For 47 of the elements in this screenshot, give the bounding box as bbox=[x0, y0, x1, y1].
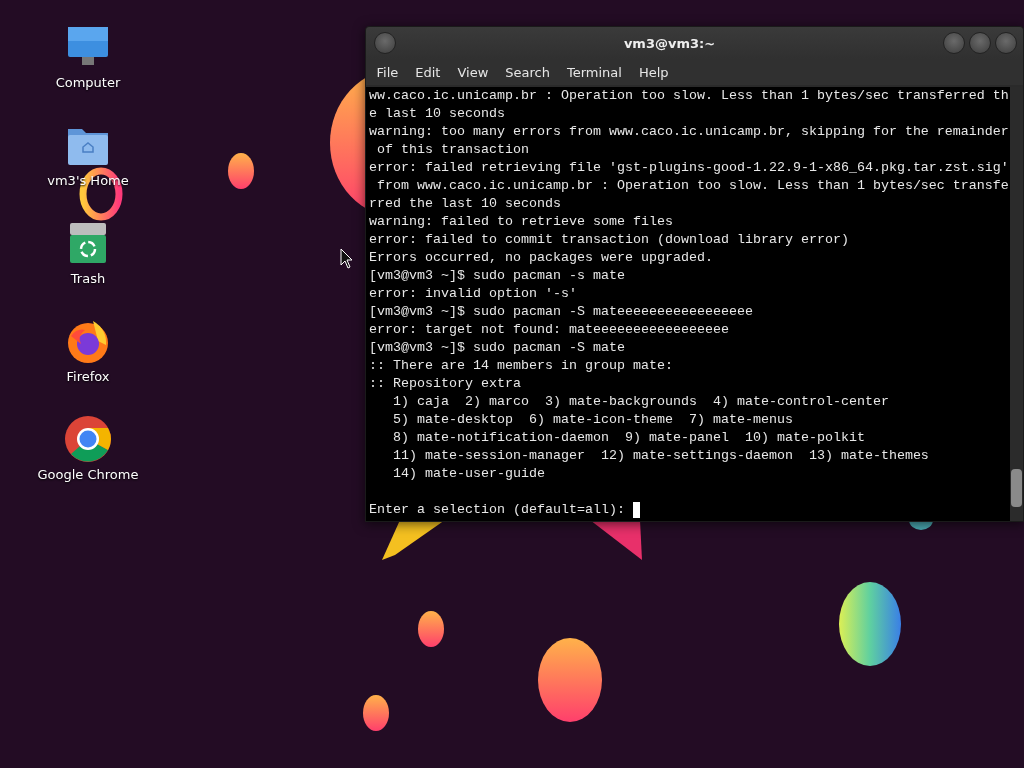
menu-item[interactable]: Terminal bbox=[558, 64, 631, 80]
window-control-button[interactable] bbox=[943, 32, 965, 54]
window-control-button[interactable] bbox=[374, 32, 396, 54]
terminal-prompt: Enter a selection (default=all): bbox=[369, 501, 626, 519]
terminal-line: rred the last 10 seconds bbox=[369, 195, 561, 213]
menu-item[interactable]: File bbox=[368, 64, 407, 80]
menu-item[interactable]: View bbox=[448, 64, 497, 80]
terminal-line: [vm3@vm3 ~]$ sudo pacman -S mate bbox=[369, 339, 625, 357]
text-cursor bbox=[632, 502, 640, 518]
desktop-icon-label: Trash bbox=[70, 271, 106, 286]
wallpaper-blob bbox=[363, 695, 389, 731]
terminal-line: error: failed to commit transaction (download library error) bbox=[369, 231, 849, 249]
terminal-line: error: target not found: mateeeeeeeeeeeeeeeee bbox=[369, 321, 729, 339]
window-title: vm3@vm3:~ bbox=[622, 35, 717, 51]
menu-item[interactable]: Search bbox=[496, 64, 559, 80]
terminal-line: ww.caco.ic.unicamp.br : Operation too slow. Less than 1 bytes/sec transferred th bbox=[369, 87, 1009, 105]
terminal-line: of this transaction bbox=[376, 141, 529, 159]
terminal-line: 1) caja 2) marco 3) mate-backgrounds 4) mate-control-center bbox=[392, 393, 889, 411]
browser-icon[interactable] bbox=[64, 415, 112, 463]
terminal-line: e last 10 seconds bbox=[369, 105, 505, 123]
browser-icon[interactable] bbox=[65, 318, 111, 364]
terminal-line: :: Repository extra bbox=[369, 375, 521, 393]
terminal-line: warning: failed to retrieve some files bbox=[369, 213, 673, 231]
terminal-line: [vm3@vm3 ~]$ sudo pacman -s mate bbox=[369, 267, 625, 285]
terminal-line: 5) mate-desktop 6) mate-icon-theme 7) mate-menus bbox=[392, 411, 793, 429]
terminal-line: warning: too many errors from www.caco.ic.unicamp.br, skipping for the remainder bbox=[369, 123, 1009, 141]
terminal-line: 8) mate-notification-daemon 9) mate-panel 10) mate-polkit bbox=[392, 429, 865, 447]
terminal-line: 11) mate-session-manager 12) mate-settings-daemon 13) mate-themes bbox=[392, 447, 929, 465]
terminal-line: 14) mate-user-guide bbox=[392, 465, 545, 483]
window-control-button[interactable] bbox=[995, 32, 1017, 54]
desktop-icon-label: Computer bbox=[55, 75, 121, 90]
desktop-icon-label: Firefox bbox=[66, 369, 110, 384]
terminal-line: error: invalid option '-s' bbox=[369, 285, 577, 303]
terminal-line: [vm3@vm3 ~]$ sudo pacman -S mateeeeeeeeeeeeeeeee bbox=[369, 303, 753, 321]
desktop-icon-label: Google Chrome bbox=[37, 467, 139, 482]
menu-item[interactable]: Help bbox=[630, 64, 678, 80]
menu-item[interactable]: Edit bbox=[406, 64, 449, 80]
wallpaper-blob bbox=[418, 611, 444, 647]
terminal-line: from www.caco.ic.unicamp.br : Operation too slow. Less than 1 bytes/sec transfe bbox=[376, 177, 1009, 195]
terminal-line: Errors occurred, no packages were upgraded. bbox=[369, 249, 713, 267]
terminal-line: :: There are 14 members in group mate: bbox=[369, 357, 673, 375]
mouse-pointer-icon bbox=[340, 248, 354, 270]
scrollbar[interactable] bbox=[1010, 87, 1023, 521]
scrollbar-thumb[interactable] bbox=[1011, 469, 1022, 507]
wallpaper-blob bbox=[228, 153, 254, 189]
window-control-button[interactable] bbox=[969, 32, 991, 54]
terminal-line: error: failed retrieving file 'gst-plugins-good-1.22.9-1-x86_64.pkg.tar.zst.sig' bbox=[369, 159, 1009, 177]
